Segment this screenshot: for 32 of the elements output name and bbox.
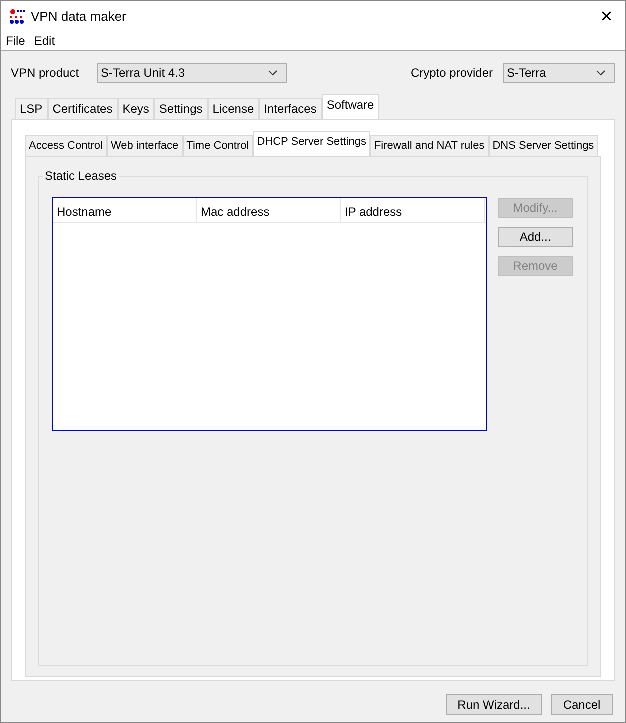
column-header[interactable]: Mac address [197, 198, 341, 222]
footer-button[interactable]: Run Wizard... [446, 694, 542, 715]
action-button[interactable]: Add... [498, 227, 573, 247]
vpn-product-label: VPN product [11, 66, 80, 80]
window-title: VPN data maker [31, 9, 128, 24]
tab[interactable]: License [208, 98, 260, 119]
tab[interactable]: Access Control [25, 135, 107, 156]
tab[interactable]: Time Control [182, 135, 254, 156]
column-header[interactable]: IP address [341, 198, 485, 222]
vpn-product-dropdown[interactable]: S-Terra Unit 4.3 [97, 63, 288, 83]
tab[interactable]: LSP [15, 98, 48, 119]
menu-item[interactable]: File [6, 34, 26, 48]
menu-item[interactable]: Edit [34, 34, 56, 48]
tab[interactable]: DHCP Server Settings [253, 131, 370, 156]
leases-table[interactable]: Hostname Mac address IP address [52, 197, 487, 431]
app-logo-icon [9, 8, 25, 24]
tab[interactable]: Software [322, 94, 380, 119]
tab[interactable]: Firewall and NAT rules [370, 135, 489, 156]
tab[interactable]: Settings [154, 98, 208, 119]
tab[interactable]: DNS Server Settings [488, 135, 598, 156]
crypto-provider-dropdown[interactable]: S-Terra [503, 63, 615, 83]
close-button[interactable]: ✕ [596, 6, 617, 26]
column-header[interactable]: Hostname [53, 198, 197, 222]
tab[interactable]: Keys [118, 98, 154, 119]
chevron-down-icon [596, 70, 606, 76]
crypto-provider-label: Crypto provider [410, 66, 493, 80]
footer-button[interactable]: Cancel [551, 694, 613, 715]
group-title: Static Leases [43, 169, 120, 183]
tab[interactable]: Certificates [48, 98, 118, 119]
chevron-down-icon [268, 70, 278, 76]
tab[interactable]: Interfaces [259, 98, 322, 119]
tab[interactable]: Web interface [106, 135, 183, 156]
